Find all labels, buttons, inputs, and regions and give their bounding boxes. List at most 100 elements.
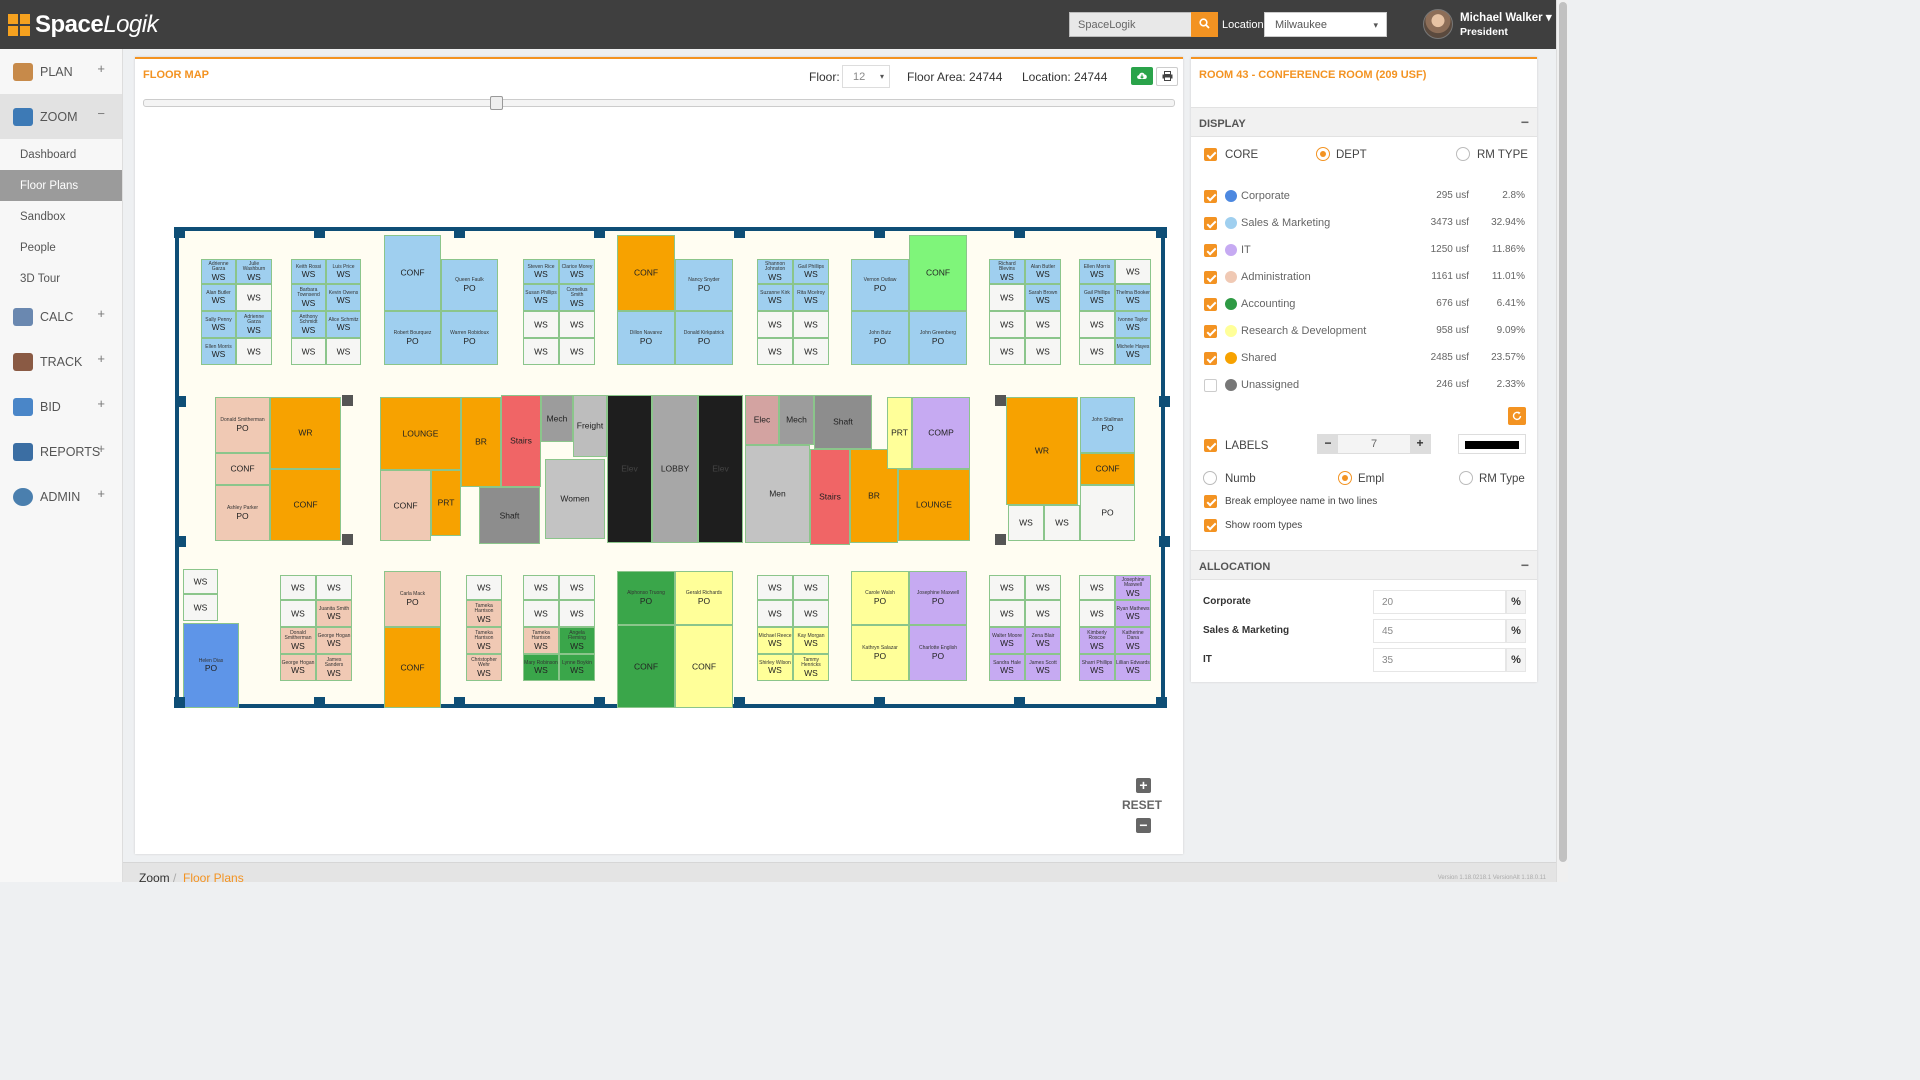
room-ws[interactable]: Josephine Maxwell WS — [1115, 575, 1151, 600]
room-ws[interactable]: WS — [280, 575, 316, 600]
room-ws[interactable]: Thelma Booker WS — [1115, 284, 1151, 311]
room-ws[interactable]: Cornelius Smith WS — [559, 284, 595, 311]
search-input[interactable] — [1069, 12, 1191, 37]
room-ws[interactable]: WS — [989, 284, 1025, 311]
room-ws[interactable]: WS — [280, 600, 316, 627]
room-ws[interactable]: Suzanne Kirk WS — [757, 284, 793, 311]
room-ws[interactable]: WS — [523, 575, 559, 600]
scrollbar-thumb[interactable] — [1559, 2, 1567, 862]
refresh-button[interactable] — [1508, 407, 1526, 425]
room-ws[interactable]: Alan Butler WS — [201, 284, 236, 311]
room-po[interactable]: Charlotte English PO — [909, 625, 967, 681]
room-ws[interactable]: WS — [1025, 600, 1061, 627]
room-ws[interactable]: Zena Blair WS — [1025, 627, 1061, 654]
room-ws[interactable]: Michele Hayes WS — [1115, 338, 1151, 365]
room-ws[interactable]: Julie Washburn WS — [236, 259, 272, 284]
sidebar-item-bid[interactable]: BID + — [0, 384, 122, 429]
room-po[interactable]: Robert Bourquez PO — [384, 311, 441, 365]
room-wr[interactable]: WR — [1006, 397, 1078, 505]
room-po[interactable]: Donald Kirkpatrick PO — [675, 311, 733, 365]
room-conf[interactable]: CONF — [1080, 453, 1135, 485]
collapse-icon[interactable]: − — [1521, 114, 1529, 130]
room-ws[interactable]: WS — [793, 311, 829, 338]
room-po[interactable]: Dillon Navarez PO — [617, 311, 675, 365]
show-room-types-checkbox[interactable] — [1204, 519, 1217, 532]
room-ws[interactable]: Adrienne Garza WS — [236, 311, 272, 338]
department-checkbox[interactable] — [1204, 217, 1217, 230]
room-ws[interactable]: WS — [236, 284, 272, 311]
sidebar-item-plan[interactable]: PLAN + — [0, 49, 122, 94]
room-ws[interactable]: George Hogan WS — [316, 627, 352, 654]
room-men[interactable]: Men — [745, 445, 810, 543]
room-ws[interactable]: Ellen Morris WS — [201, 338, 236, 365]
core-checkbox[interactable] — [1204, 148, 1217, 161]
room-mech[interactable]: Mech — [541, 395, 573, 442]
room-po[interactable]: Josephine Maxwell PO — [909, 571, 967, 625]
sidebar-item-zoom[interactable]: ZOOM − — [0, 94, 122, 139]
sidebar-sub-people[interactable]: People — [0, 232, 122, 263]
department-checkbox[interactable] — [1204, 298, 1217, 311]
room-po[interactable]: Gerald Richards PO — [675, 571, 733, 625]
user-menu[interactable]: Michael Walker ▾ — [1460, 10, 1552, 24]
room-ws[interactable]: WS — [793, 600, 829, 627]
room-ws[interactable]: Steven Rice WS — [523, 259, 559, 284]
room-ws[interactable]: Mary Robinson WS — [523, 654, 559, 681]
dept-radio[interactable] — [1316, 147, 1330, 161]
room-ws[interactable]: WS — [559, 575, 595, 600]
break-name-checkbox[interactable] — [1204, 495, 1217, 508]
room-ws[interactable]: WS — [183, 569, 218, 594]
room-po[interactable]: John Butz PO — [851, 311, 909, 365]
stepper-plus-button[interactable]: + — [1410, 435, 1430, 453]
room-ws[interactable]: WS — [523, 600, 559, 627]
room-conf[interactable]: CONF — [617, 235, 675, 311]
room-ws[interactable]: Sally Penny WS — [201, 311, 236, 338]
room-ws[interactable]: WS — [1025, 311, 1061, 338]
room-ws[interactable]: WS — [523, 311, 559, 338]
sidebar-item-admin[interactable]: ADMIN + — [0, 474, 122, 519]
zoom-in-button[interactable]: + — [1136, 778, 1151, 793]
room-po[interactable]: John Greenberg PO — [909, 311, 967, 365]
room-ws[interactable]: Alice Schmitz WS — [326, 311, 361, 338]
label-size-stepper[interactable]: − 7 + — [1317, 434, 1431, 454]
room-lounge[interactable]: LOUNGE — [380, 397, 461, 470]
rm-type-radio[interactable] — [1456, 147, 1470, 161]
room-po[interactable]: Carole Walsh PO — [851, 571, 909, 625]
room-ws[interactable]: Donald Smitherman WS — [280, 627, 316, 654]
room-ws[interactable]: Kay Morgan WS — [793, 627, 829, 654]
room-ws[interactable]: Barbara Townsend WS — [291, 284, 326, 311]
room-ws[interactable]: WS — [1079, 575, 1115, 600]
room-conf[interactable]: CONF — [215, 453, 270, 485]
room-ws[interactable]: WS — [316, 575, 352, 600]
room-elev[interactable]: Elev — [607, 395, 652, 543]
room-ws[interactable]: WS — [757, 338, 793, 365]
room-ws[interactable]: WS — [1079, 338, 1115, 365]
room-ws[interactable]: WS — [989, 575, 1025, 600]
room-ws[interactable]: Christopher Wehr WS — [466, 654, 502, 681]
allocation-input[interactable]: 45 — [1373, 619, 1506, 643]
room-lounge[interactable]: LOUNGE — [898, 469, 970, 541]
department-checkbox[interactable] — [1204, 379, 1217, 392]
collapse-icon[interactable]: − — [1521, 557, 1529, 573]
search-button[interactable] — [1191, 12, 1218, 37]
room-ws[interactable]: WS — [559, 338, 595, 365]
zoom-out-button[interactable]: − — [1136, 818, 1151, 833]
room-ws[interactable]: WS — [523, 338, 559, 365]
room-ws[interactable]: Shirley Wilson WS — [757, 654, 793, 681]
room-ws[interactable]: WS — [559, 311, 595, 338]
room-ws[interactable]: Michael Reece WS — [757, 627, 793, 654]
room-conf[interactable]: CONF — [384, 235, 441, 311]
print-button[interactable] — [1156, 67, 1178, 86]
room-mech[interactable]: Mech — [779, 395, 814, 445]
room-ws[interactable]: WS — [291, 338, 326, 365]
room-ws[interactable]: George Hogan WS — [280, 654, 316, 681]
room-shaft[interactable]: Shaft — [479, 487, 540, 544]
room-ws[interactable]: WS — [757, 311, 793, 338]
slider-handle[interactable] — [489, 96, 503, 110]
room-ws[interactable]: WS — [1079, 600, 1115, 627]
allocation-section-header[interactable]: ALLOCATION − — [1191, 550, 1537, 580]
stepper-minus-button[interactable]: − — [1318, 435, 1338, 453]
room-ws[interactable]: WS — [757, 600, 793, 627]
room-ws[interactable]: Shannon Johnston WS — [757, 259, 793, 284]
room-ws[interactable]: WS — [466, 575, 502, 600]
avatar[interactable] — [1423, 9, 1453, 39]
